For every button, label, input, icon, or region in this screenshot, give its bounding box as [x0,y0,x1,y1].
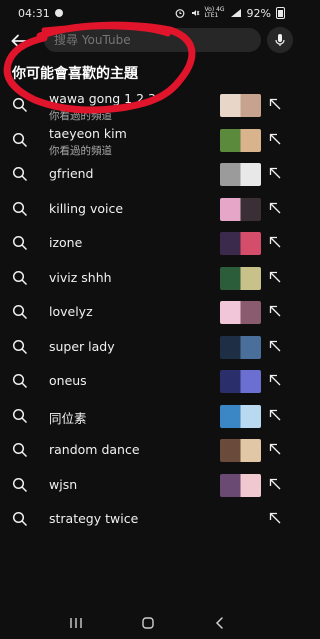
battery-icon [276,7,285,19]
suggestion-list: wawa gong 1 2 3 你看過的頻道 taeyeon kim 你看過的頻… [0,88,295,537]
suggestion-row[interactable]: random dance [0,433,295,468]
suggestion-row[interactable]: wawa gong 1 2 3 你看過的頻道 [0,88,295,123]
fill-query-arrow-icon[interactable] [268,373,282,387]
search-icon [12,442,28,458]
battery-percent: 92% [246,6,271,20]
suggestion-thumbnail [220,473,261,497]
back-arrow-icon[interactable] [10,32,28,50]
fill-query-arrow-icon[interactable] [268,408,282,422]
fill-query-arrow-icon[interactable] [268,339,282,353]
suggestion-subtitle: 你看過的頻道 [49,110,112,122]
status-left: 04:31 [18,7,63,20]
suggestion-thumbnail [220,232,261,255]
search-icon [12,373,28,389]
suggestion-label: oneus [49,373,87,388]
suggestion-label: wjsn [49,476,78,492]
suggestion-row[interactable]: super lady [0,330,295,365]
fill-query-arrow-icon[interactable] [268,477,282,491]
suggestion-label: izone [49,235,83,250]
search-icon [12,408,28,423]
fill-query-arrow-icon[interactable] [268,235,282,249]
suggestion-thumbnail [220,128,261,152]
suggestion-label: super lady [49,338,115,354]
fill-query-arrow-icon[interactable] [268,304,282,318]
suggestion-thumbnail [220,163,261,186]
home-icon[interactable] [141,616,155,630]
voice-search-button[interactable] [267,27,293,53]
microphone-icon [275,34,285,46]
search-icon [12,132,28,147]
suggestion-label: random dance [49,442,140,457]
fill-query-arrow-icon[interactable] [268,97,282,111]
suggestion-label: taeyeon kim [49,125,127,141]
suggestion-label: lovelyz [49,304,93,319]
alarm-icon [175,9,184,18]
volte-indicator: Vo) 4G LTE1 [204,6,225,19]
suggestion-row[interactable]: killing voice [0,192,295,227]
search-icon [12,166,28,182]
suggestion-thumbnail [220,266,261,290]
search-input[interactable] [44,28,261,52]
suggestion-row[interactable]: wjsn [0,468,295,503]
suggestion-subtitle: 你看過的頻道 [49,144,112,157]
fill-query-arrow-icon[interactable] [268,511,282,525]
suggestion-label: killing voice [49,200,124,216]
suggestion-thumbnail [220,94,261,117]
search-bar [0,26,295,56]
suggestion-label: 同位素 [49,410,87,426]
suggestion-label: viviz shhh [49,269,112,285]
suggestion-thumbnail [220,335,261,359]
fill-query-arrow-icon[interactable] [268,201,282,215]
suggestion-thumbnail [220,370,261,393]
suggestion-label: gfriend [49,166,94,181]
suggestion-row[interactable]: viviz shhh [0,261,295,296]
fill-query-arrow-icon[interactable] [268,132,282,146]
notification-dot-icon [54,9,63,17]
suggestion-row[interactable]: 同位素 [0,399,295,434]
back-nav-icon[interactable] [214,616,226,630]
search-icon [12,304,28,320]
suggestion-thumbnail [220,197,261,221]
search-icon [12,97,28,113]
suggestion-row[interactable]: lovelyz [0,295,295,330]
suggestion-thumbnail [220,301,261,324]
status-bar: 04:31 Vo) 4G LTE1 92% [0,0,295,26]
fill-query-arrow-icon[interactable] [268,442,282,456]
search-icon [12,477,28,492]
search-icon [12,235,28,251]
search-icon [12,339,28,354]
suggestion-label: wawa gong 1 2 3 [49,91,156,106]
suggestion-thumbnail [220,404,261,428]
status-time: 04:31 [18,6,50,20]
suggestion-row[interactable]: strategy twice [0,502,295,537]
section-title: 你可能會喜歡的主題 [12,66,138,82]
suggestion-row[interactable]: izone [0,226,295,261]
suggestion-row[interactable]: taeyeon kim 你看過的頻道 [0,123,295,158]
fill-query-arrow-icon[interactable] [268,270,282,284]
signal-icon [230,9,241,17]
suggestion-label: strategy twice [49,511,139,526]
search-icon [12,201,28,216]
suggestion-row[interactable]: oneus [0,364,295,399]
suggestion-thumbnail [220,439,261,462]
mute-icon [191,10,199,16]
fill-query-arrow-icon[interactable] [268,166,282,180]
recent-apps-icon[interactable] [69,617,83,629]
search-icon [12,511,28,527]
system-nav-bar [0,606,295,639]
suggestion-row[interactable]: gfriend [0,157,295,192]
search-icon [12,270,28,285]
status-right: Vo) 4G LTE1 92% [175,7,285,20]
